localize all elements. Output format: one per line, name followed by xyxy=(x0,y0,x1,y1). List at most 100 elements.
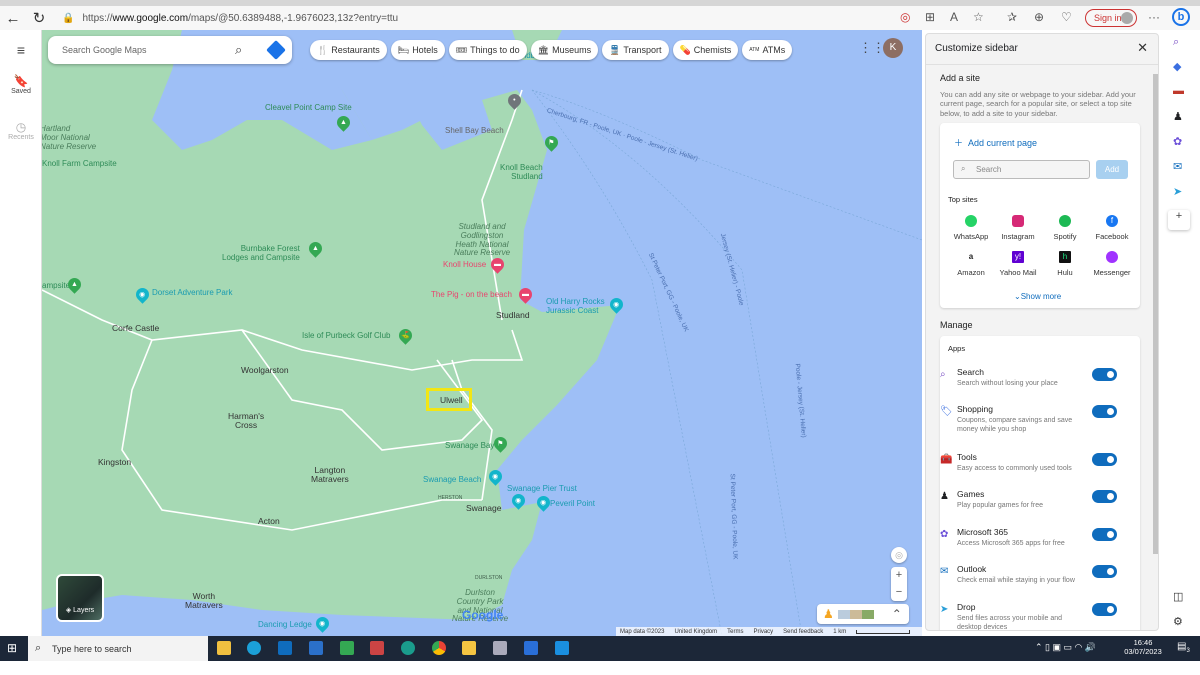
drop-toggle[interactable] xyxy=(1092,603,1117,616)
shopping-toggle[interactable] xyxy=(1092,405,1117,418)
map-label[interactable]: Cleavel Point Camp Site xyxy=(265,103,352,113)
settings-gear-icon[interactable]: ⚙ xyxy=(1173,615,1183,628)
tracking-icon[interactable]: ◎ xyxy=(900,10,910,24)
map-label[interactable]: Kingston xyxy=(98,457,131,467)
map-label[interactable]: Old Harry Rocks Jurassic Coast xyxy=(546,297,605,316)
browser-essentials-icon[interactable]: ♡ xyxy=(1061,10,1072,24)
tools-icon[interactable]: ▬ xyxy=(1173,85,1184,97)
apps-icon[interactable]: ⊞ xyxy=(925,10,935,24)
send-feedback-link[interactable]: Send feedback xyxy=(783,629,823,635)
document-icon[interactable] xyxy=(462,641,476,655)
saved-button[interactable]: 🔖 Saved xyxy=(0,74,42,95)
top-site-spotify[interactable]: Spotify xyxy=(1042,215,1088,241)
chip-museums[interactable]: 🏛 Museums xyxy=(530,40,599,60)
microsoft-365-toggle[interactable] xyxy=(1092,528,1117,541)
sign-in-button[interactable]: Sign in xyxy=(1085,9,1137,27)
eset-icon[interactable] xyxy=(401,641,415,655)
my-location-icon[interactable]: ◎ xyxy=(891,547,907,563)
map-label[interactable]: Corfe Castle xyxy=(112,323,159,333)
map-label[interactable]: The Pig - on the beach xyxy=(431,290,512,300)
expand-icon[interactable]: ⌃ xyxy=(892,607,902,621)
top-site-yahoo-mail[interactable]: y! Yahoo Mail xyxy=(995,251,1041,277)
layers-button[interactable]: ◈ Layers xyxy=(56,574,104,622)
network-app-icon[interactable] xyxy=(493,641,507,655)
taskbar-search-input[interactable]: ⌕ Type here to search xyxy=(28,636,208,661)
search-icon[interactable]: ⌕ xyxy=(235,42,242,58)
top-site-instagram[interactable]: Instagram xyxy=(995,215,1041,241)
refresh-icon[interactable]: ↻ xyxy=(26,9,52,27)
map-label[interactable]: Dancing Ledge xyxy=(258,620,312,630)
games-icon[interactable]: ♟ xyxy=(1173,110,1183,123)
clock[interactable]: 16:46 03/07/2023 xyxy=(1123,638,1163,656)
back-icon[interactable]: ← xyxy=(0,10,26,27)
recents-button[interactable]: ◷ Recents xyxy=(0,120,42,141)
outlook-icon[interactable]: ✉ xyxy=(1173,160,1182,173)
favorite-icon[interactable]: ☆ xyxy=(973,10,984,24)
mail-icon[interactable] xyxy=(555,641,569,655)
map-label[interactable]: Swanage Beach xyxy=(423,475,481,485)
map-label[interactable]: Studland and Godlingston Heath National … xyxy=(454,222,510,258)
outlook-icon[interactable] xyxy=(278,641,292,655)
map-label[interactable]: Swanage Bay xyxy=(445,441,494,451)
calc-icon[interactable] xyxy=(340,641,354,655)
map-label[interactable]: Langton Matravers xyxy=(311,465,349,485)
add-button[interactable]: Add xyxy=(1096,160,1128,179)
map-label[interactable]: Acton xyxy=(258,516,280,526)
privacy-link[interactable]: Privacy xyxy=(754,629,774,635)
zoom-out-button[interactable]: − xyxy=(891,584,907,601)
map-label[interactable]: Swanage Pier Trust xyxy=(507,484,577,494)
notifications-icon[interactable]: ▤3 xyxy=(1177,641,1190,654)
more-menu-icon[interactable]: ··· xyxy=(1148,10,1160,24)
url-field[interactable]: 🔒 https://www.google.com/maps/@50.6389488… xyxy=(62,8,512,28)
app-icon[interactable] xyxy=(370,641,384,655)
read-aloud-icon[interactable]: A xyxy=(950,10,958,24)
region-link[interactable]: United Kingdom xyxy=(674,629,717,635)
chip-atms[interactable]: ATM ATMs xyxy=(742,40,793,60)
site-search-input[interactable]: ⌕ Search xyxy=(953,160,1090,179)
top-site-messenger[interactable]: Messenger xyxy=(1089,251,1135,277)
google-apps-icon[interactable]: ⋮⋮ xyxy=(859,40,885,56)
map-label[interactable]: Woolgarston xyxy=(241,365,289,375)
map-label[interactable]: Shell Bay Beach xyxy=(445,126,504,136)
map-label[interactable]: Dorset Adventure Park xyxy=(152,288,232,298)
tray-icons[interactable]: ⌃ ▯ ▣ ▭ ◠ 🔊 xyxy=(1035,642,1096,653)
map-label[interactable]: Isle of Purbeck Golf Club xyxy=(302,331,390,341)
scrollbar[interactable] xyxy=(1153,74,1158,554)
top-site-hulu[interactable]: h Hulu xyxy=(1042,251,1088,277)
edge-icon[interactable] xyxy=(247,641,261,655)
zoom-in-button[interactable]: + xyxy=(891,567,907,584)
directions-icon[interactable] xyxy=(266,40,286,60)
map-label[interactable]: Knoll Farm Campsite xyxy=(42,159,117,169)
show-more-button[interactable]: ⌄Show more xyxy=(1014,292,1061,301)
map-canvas[interactable]: Hartland Moor National Nature Reserve Cl… xyxy=(42,30,922,636)
map-label[interactable]: Knoll House xyxy=(443,260,486,270)
search-toggle[interactable] xyxy=(1092,368,1117,381)
map-label[interactable]: Hartland Moor National Nature Reserve xyxy=(42,124,96,151)
search-input[interactable]: Search Google Maps ⌕ xyxy=(48,36,292,64)
map-label[interactable]: Worth Matravers xyxy=(185,591,223,611)
windows-start-icon[interactable]: ⊞ xyxy=(7,641,17,655)
map-label[interactable]: ampsite xyxy=(42,281,70,291)
add-to-sidebar-icon[interactable]: + xyxy=(1168,210,1190,230)
map-label[interactable]: Knoll Beach Studland xyxy=(500,163,543,182)
chip-restaurants[interactable]: 🍴 Restaurants xyxy=(310,40,387,60)
pegman-icon[interactable]: ♟ xyxy=(823,607,834,621)
imagery-thumbnails[interactable] xyxy=(837,609,874,619)
photos-icon[interactable] xyxy=(524,641,538,655)
add-current-page-button[interactable]: ＋ Add current page xyxy=(954,136,1037,149)
tools-toggle[interactable] xyxy=(1092,453,1117,466)
outlook-toggle[interactable] xyxy=(1092,565,1117,578)
map-label[interactable]: DURLSTON xyxy=(475,575,502,582)
microsoft-365-icon[interactable]: ✿ xyxy=(1173,135,1182,148)
chrome-icon[interactable] xyxy=(432,641,446,655)
top-site-facebook[interactable]: f Facebook xyxy=(1089,215,1135,241)
chip-hotels[interactable]: 🛏 Hotels xyxy=(390,40,445,60)
menu-icon[interactable]: ≡ xyxy=(0,42,42,58)
map-label[interactable]: HERSTON xyxy=(438,495,462,502)
map-label[interactable]: Studland xyxy=(496,310,530,320)
file-explorer-icon[interactable] xyxy=(217,641,231,655)
map-label[interactable]: Peveril Point xyxy=(550,499,595,509)
drop-icon[interactable]: ➤ xyxy=(1173,185,1182,198)
map-label[interactable]: Swanage xyxy=(466,503,501,513)
bing-copilot-icon[interactable]: b xyxy=(1172,8,1190,26)
